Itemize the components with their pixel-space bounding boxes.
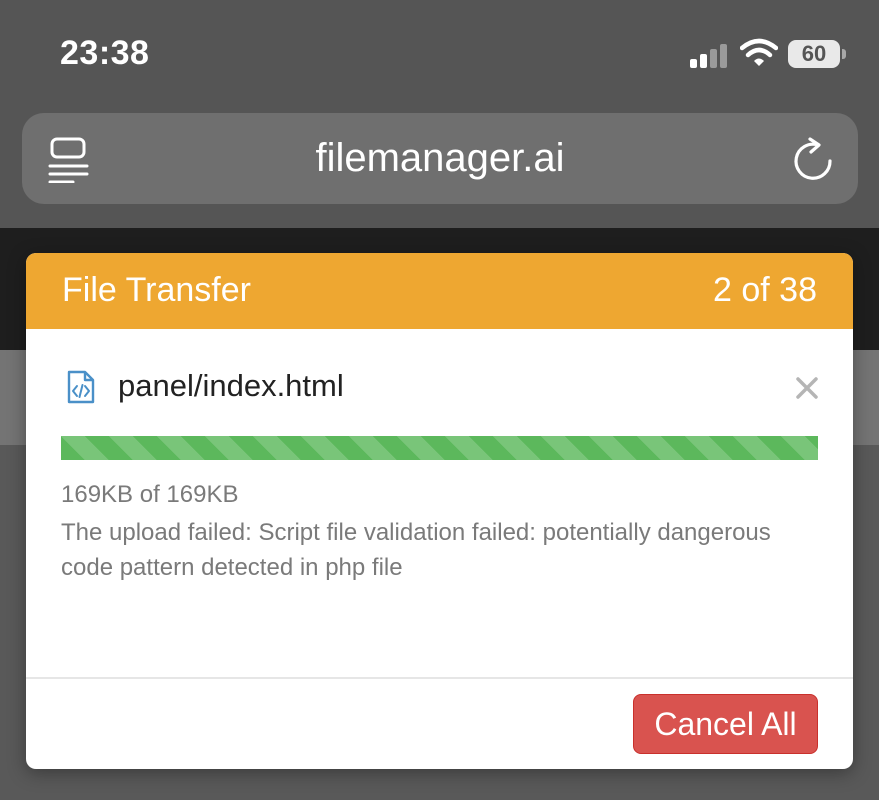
url-text[interactable]: filemanager.ai	[22, 113, 858, 204]
progress-fill	[61, 436, 818, 460]
footer-divider	[26, 677, 853, 679]
reload-icon[interactable]	[790, 135, 836, 183]
battery-icon: 60	[788, 40, 840, 68]
transfer-size: 169KB of 169KB	[61, 481, 239, 508]
cancel-all-button[interactable]: Cancel All	[633, 694, 818, 754]
file-name: panel/index.html	[118, 368, 344, 403]
wifi-icon	[740, 38, 778, 66]
battery-tip	[842, 49, 846, 59]
status-bar: 23:38 60	[0, 0, 879, 105]
url-bar[interactable]: filemanager.ai	[22, 113, 858, 204]
code-file-icon	[67, 370, 95, 404]
error-message: The upload failed: Script file validatio…	[61, 519, 771, 581]
screen: 23:38 60 filemanager.ai File Transfer 2 …	[0, 0, 879, 800]
signal-icon	[690, 42, 730, 68]
close-icon[interactable]	[794, 375, 820, 401]
modal-header: File Transfer 2 of 38	[26, 253, 853, 329]
modal-title: File Transfer	[62, 271, 251, 309]
progress-bar	[61, 436, 818, 460]
transfer-count: 2 of 38	[713, 271, 817, 309]
file-transfer-modal: File Transfer 2 of 38 panel/index.html 1…	[26, 253, 853, 769]
status-time: 23:38	[60, 34, 150, 72]
